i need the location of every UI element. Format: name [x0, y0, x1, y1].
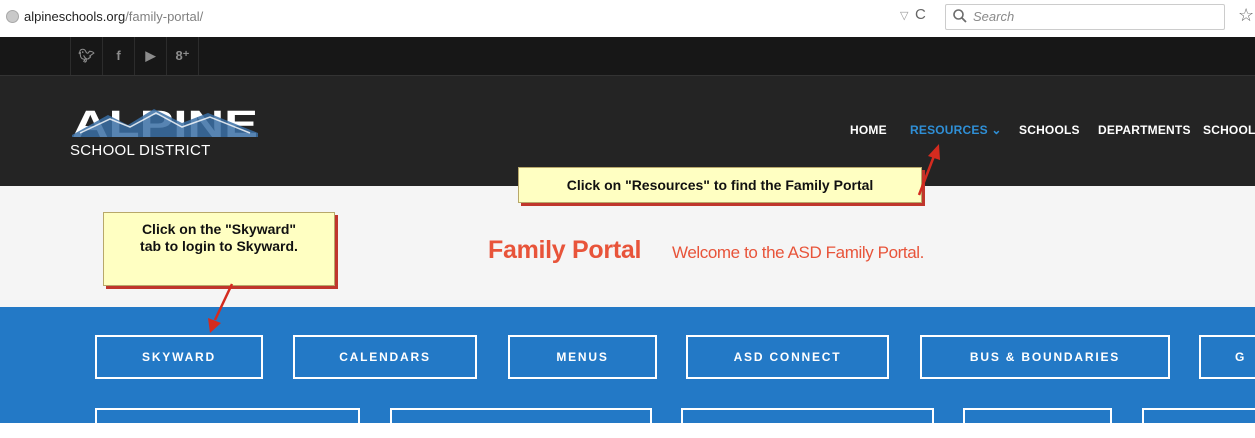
nav-home[interactable]: HOME: [850, 123, 887, 137]
tab-skyward[interactable]: SKYWARD: [95, 335, 263, 379]
tab-row2-4[interactable]: [963, 408, 1112, 438]
url-host: alpineschools.org: [24, 9, 126, 24]
url-bar[interactable]: alpineschools.org/family-portal/: [24, 9, 203, 24]
chevron-down-icon: ⌄: [991, 123, 1002, 137]
search-placeholder: Search: [973, 9, 1015, 24]
search-icon: [953, 9, 967, 23]
url-history-dropdown-icon[interactable]: ▽: [900, 9, 908, 22]
tab-row2-3[interactable]: [681, 408, 934, 438]
site-globe-icon: [6, 10, 19, 23]
nav-resources-label: RESOURCES: [910, 123, 988, 137]
url-path: /family-portal/: [125, 9, 204, 24]
bookmark-star-icon[interactable]: ☆: [1238, 5, 1254, 26]
nav-resources[interactable]: RESOURCES ⌄: [910, 123, 1002, 137]
reload-icon[interactable]: C: [915, 6, 926, 23]
tab-bus-boundaries[interactable]: BUS & BOUNDARIES: [920, 335, 1170, 379]
tab-partial[interactable]: G: [1199, 335, 1255, 379]
tab-calendars[interactable]: CALENDARS: [293, 335, 477, 379]
youtube-icon[interactable]: ▶: [134, 37, 166, 75]
google-plus-icon[interactable]: 8⁺: [166, 37, 199, 75]
nav-schools[interactable]: SCHOOLS: [1019, 123, 1080, 137]
tab-row2-2[interactable]: [390, 408, 652, 438]
tab-asd-connect[interactable]: ASD CONNECT: [686, 335, 889, 379]
tab-row2-1[interactable]: [95, 408, 360, 438]
nav-departments[interactable]: DEPARTMENTS: [1098, 123, 1191, 137]
page-subtitle: Welcome to the ASD Family Portal.: [672, 243, 924, 262]
logo-subtitle: SCHOOL DISTRICT: [70, 142, 211, 159]
callout-skyward-line2: tab to login to Skyward.: [140, 238, 298, 254]
callout-skyward-line1: Click on the "Skyward": [141, 221, 297, 237]
tab-menus[interactable]: MENUS: [508, 335, 657, 379]
callout-skyward: Click on the "Skyward" tab to login to S…: [103, 212, 335, 286]
callout-resources: Click on "Resources" to find the Family …: [518, 167, 922, 203]
nav-school-more[interactable]: SCHOOL: [1203, 123, 1255, 137]
tab-row2-5[interactable]: [1142, 408, 1255, 438]
page-title: Family Portal: [488, 236, 642, 264]
facebook-icon[interactable]: f: [102, 37, 134, 75]
twitter-icon[interactable]: 🐦︎: [70, 37, 102, 75]
